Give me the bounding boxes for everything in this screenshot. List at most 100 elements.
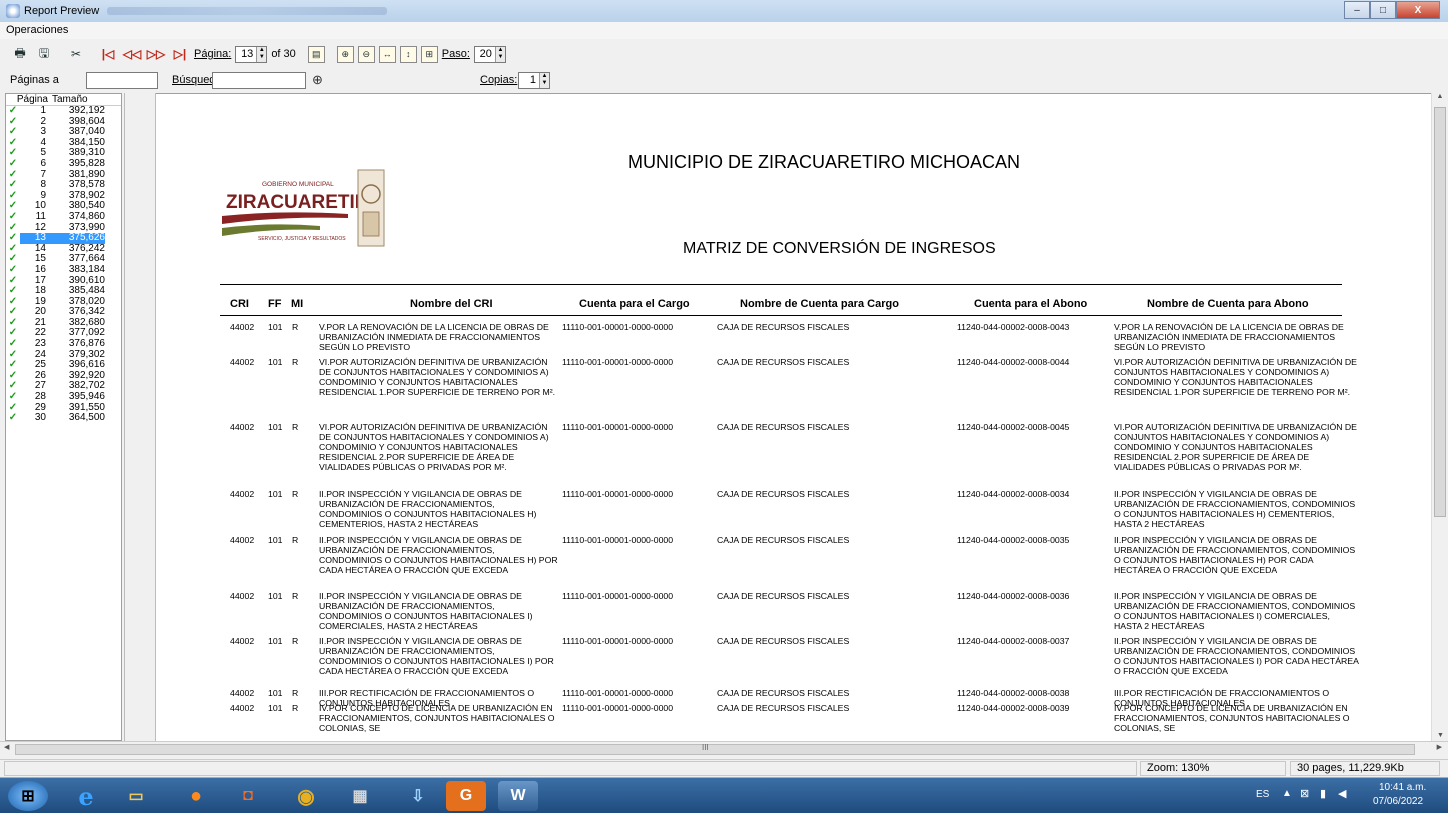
page-view-icon[interactable]: ▤	[307, 45, 325, 63]
cri-cell: 44002	[230, 688, 255, 698]
nombre-cuenta-cargo-cell: CAJA DE RECURSOS FISCALES	[717, 703, 850, 713]
menu-operaciones[interactable]: Operaciones	[6, 24, 68, 36]
firefox-icon[interactable]: ●	[172, 781, 220, 811]
nombre-cuenta-abono-cell: II.POR INSPECCIÓN Y VIGILANCIA DE OBRAS …	[1114, 489, 1356, 530]
scroll-down-icon: ▼	[1437, 732, 1444, 739]
nombre-cuenta-cargo-cell: CAJA DE RECURSOS FISCALES	[717, 357, 850, 367]
print-setup-icon[interactable]: 🖫	[34, 44, 54, 64]
col-nombre-cuenta-abono: Nombre de Cuenta para Abono	[1147, 298, 1309, 310]
chrome-icon[interactable]: ◉	[282, 781, 330, 811]
search-icon[interactable]: ⊕	[312, 72, 323, 88]
toolbar: 🖶 🖫 ✂ |◁ ◁◁ ▷▷ ▷| Página: 13 ▲ ▼ of 30 ▤ …	[0, 41, 1448, 67]
scroll-grip-mark: III	[702, 743, 709, 752]
page-number: 30	[34, 412, 46, 424]
cuenta-cargo-cell: 11110-001-00001-0000-0000	[562, 422, 674, 432]
cut-icon[interactable]: ✂	[66, 44, 86, 64]
fit-page-icon[interactable]: ⊞	[420, 45, 438, 63]
calculator-icon[interactable]: ▦	[336, 781, 384, 811]
start-button-icon[interactable]: ⊞	[8, 781, 48, 811]
pages-to-input[interactable]	[86, 71, 158, 89]
volume-icon[interactable]: ◀	[1338, 787, 1346, 800]
menu-bar: Operaciones	[0, 22, 1448, 39]
maximize-button[interactable]: □	[1370, 1, 1396, 19]
page-list-panel[interactable]: Página Tamaño ✓ 1 392,192 ✓ 2 398,604 ✓ 3 387,04…	[5, 93, 122, 741]
word-icon[interactable]: W	[498, 781, 538, 811]
cuenta-cargo-cell: 11110-001-00001-0000-0000	[562, 703, 674, 713]
fit-width-icon[interactable]: ↔	[378, 45, 396, 63]
signal-icon[interactable]: ▮	[1320, 787, 1326, 800]
page-list-row[interactable]: ✓ 11 374,860	[6, 211, 121, 223]
cri-cell: 44002	[230, 422, 255, 432]
print-icon[interactable]: 🖶	[10, 44, 30, 64]
page-number: 1	[40, 105, 46, 116]
nombre-cuenta-abono-cell: VI.POR AUTORIZACIÓN DEFINITIVA DE URBANI…	[1114, 357, 1357, 398]
nombre-cuenta-abono-cell: VI.POR AUTORIZACIÓN DEFINITIVA DE URBANI…	[1114, 422, 1357, 473]
zoom-status: Zoom: 130%	[1140, 761, 1286, 776]
language-indicator[interactable]: ES	[1256, 789, 1269, 800]
horizontal-scroll-thumb[interactable]	[15, 744, 1415, 755]
minimize-button[interactable]: –	[1344, 1, 1370, 19]
spinner-arrows-icon: ▲ ▼	[494, 46, 505, 62]
spinner-arrows-icon: ▲ ▼	[539, 72, 549, 88]
nombre-cri-cell: II.POR INSPECCIÓN Y VIGILANCIA DE OBRAS …	[319, 636, 554, 677]
page-spinner[interactable]: 13 ▲ ▼	[235, 45, 268, 63]
zoom-out-icon[interactable]: ⊖	[357, 45, 375, 63]
page-list-row[interactable]: ✓ 30 364,500	[6, 413, 121, 424]
copies-spinner[interactable]: 1 ▲ ▼	[518, 71, 550, 89]
logo-tagline-text: SERVICIO, JUSTICIA Y RESULTADOS	[258, 236, 346, 242]
download-icon[interactable]: ⇩	[394, 781, 442, 811]
status-message-cell	[4, 761, 1137, 776]
tray-arrow-icon[interactable]: ▲	[1282, 788, 1292, 799]
page-column-header[interactable]: Página	[6, 94, 50, 105]
panel-splitter[interactable]	[124, 93, 156, 741]
page-size: 395,828	[68, 157, 105, 169]
page-size: 392,192	[68, 105, 105, 116]
network-icon[interactable]: ⊠	[1300, 787, 1309, 800]
last-page-icon[interactable]: ▷|	[170, 44, 190, 64]
ff-cell: 101	[268, 322, 283, 332]
taskbar: ⊞ e ▭ ● ◘ ◉ ▦ ⇩ G W ES ▲ ⊠ ▮ ◀ 10:41 a.m…	[0, 777, 1448, 813]
spinner-arrows-icon: ▲ ▼	[256, 46, 267, 62]
cri-cell: 44002	[230, 591, 255, 601]
check-icon: ✓	[8, 263, 18, 275]
fit-height-icon[interactable]: ↕	[399, 45, 417, 63]
media-player-icon[interactable]: ◘	[224, 781, 272, 811]
nombre-cri-cell: VI.POR AUTORIZACIÓN DEFINITIVA DE URBANI…	[319, 357, 556, 398]
cuenta-abono-cell: 11240-044-00002-0008-0036	[957, 591, 1070, 601]
first-page-icon[interactable]: |◁	[98, 44, 118, 64]
ff-cell: 101	[268, 357, 283, 367]
cuenta-cargo-cell: 11110-001-00001-0000-0000	[562, 357, 674, 367]
header-divider	[220, 284, 1342, 285]
vertical-scroll-thumb[interactable]	[1434, 107, 1446, 517]
page-list-row[interactable]: ✓ 1 392,192	[6, 105, 121, 117]
check-icon: ✓	[8, 105, 18, 116]
report-viewer[interactable]: GOBIERNO MUNICIPAL ZIRACUARETIRO SERVICI…	[156, 93, 1431, 741]
pdf-app-icon[interactable]: G	[446, 781, 486, 811]
nombre-cri-cell: VI.POR AUTORIZACIÓN DEFINITIVA DE URBANI…	[319, 422, 549, 473]
internet-explorer-icon[interactable]: e	[62, 781, 110, 811]
page-list-row[interactable]: ✓ 6 395,828	[6, 157, 121, 170]
prev-page-icon[interactable]: ◁◁	[122, 44, 142, 64]
cuenta-abono-cell: 11240-044-00002-0008-0039	[957, 703, 1070, 713]
nombre-cuenta-abono-cell: II.POR INSPECCIÓN Y VIGILANCIA DE OBRAS …	[1114, 636, 1359, 677]
page-list-row[interactable]: ✓ 16 383,184	[6, 263, 121, 276]
vertical-scrollbar[interactable]: ▲ ▼	[1431, 93, 1448, 741]
clock-date[interactable]: 07/06/2022	[1373, 796, 1423, 807]
nombre-cuenta-cargo-cell: CAJA DE RECURSOS FISCALES	[717, 422, 850, 432]
nombre-cri-cell: II.POR INSPECCIÓN Y VIGILANCIA DE OBRAS …	[319, 489, 537, 530]
next-page-icon[interactable]: ▷▷	[146, 44, 166, 64]
file-explorer-icon[interactable]: ▭	[112, 781, 160, 811]
cri-cell: 44002	[230, 535, 255, 545]
page-size: 383,184	[68, 263, 105, 275]
clock-time[interactable]: 10:41 a.m.	[1379, 782, 1426, 793]
cuenta-cargo-cell: 11110-001-00001-0000-0000	[562, 591, 674, 601]
close-button[interactable]: X	[1396, 1, 1440, 19]
horizontal-scrollbar[interactable]: ◀ III ▶	[0, 741, 1448, 757]
search-input[interactable]	[212, 71, 306, 89]
cuenta-abono-cell: 11240-044-00002-0008-0037	[957, 636, 1070, 646]
step-spinner[interactable]: 20 ▲ ▼	[473, 45, 506, 63]
zoom-in-icon[interactable]: ⊕	[336, 45, 354, 63]
size-column-header[interactable]: Tamaño	[50, 94, 100, 105]
ff-cell: 101	[268, 422, 283, 432]
nombre-cri-cell: V.POR LA RENOVACIÓN DE LA LICENCIA DE OB…	[319, 322, 549, 353]
